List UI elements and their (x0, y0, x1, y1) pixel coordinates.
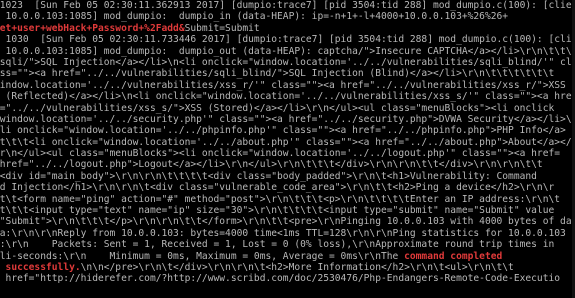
log-text: lli-seconds:\r\n Minimum = 0ms, Maximum … (0, 250, 405, 262)
log-text: ass=""><a href="../../vulnerabilities/sq… (0, 68, 555, 80)
terminal-line: /sqli/">SQL Injection</a></li>\n<li oncl… (0, 57, 575, 68)
terminal-line: 1023 [Sun Feb 05 02:30:11.362913 2017] [… (0, 0, 575, 11)
log-text: Submit=Submit (184, 22, 260, 34)
terminal-line: \t\t\t<li onclick="window.location='../.… (0, 137, 575, 148)
log-text: \t\t<form name="ping" action="#" method=… (0, 193, 561, 205)
terminal-line: S (Reflected)</a></li>\n<li onclick="win… (0, 91, 575, 102)
highlighted-text: net+user+webHack+Password+%2Fadd& (0, 22, 185, 34)
log-text: \t\t\t<input type="text" name="ip" size=… (0, 205, 555, 217)
terminal-line: href="../../logout.php">Logout</a></li>\… (0, 159, 569, 170)
log-text: f="../../vulnerabilities/xss_s/">XSS (St… (0, 102, 555, 114)
terminal-line: a href="http://hiderefer.com/?http://www… (0, 273, 569, 284)
log-text: "window.location='../../security.php'" c… (0, 113, 575, 125)
terminal-line: "window.location='../../security.php'" c… (0, 114, 575, 125)
log-text: \t\t\t<li onclick="window.location='../.… (0, 136, 575, 148)
terminal-line: t<div id="main_body">\r\n\r\n\t\t\t\t<di… (0, 171, 569, 182)
terminal-line: ta:\r\n\r\nReply from 10.0.0.103: bytes=… (0, 228, 569, 239)
log-text: \n\n</pre>\r\n\t</div>\r\n\r\n\t<h2>More… (80, 261, 514, 273)
terminal-line: \t\t<form name="ping" action="#" method=… (0, 194, 569, 205)
log-text: ta:\r\n\r\nReply from 10.0.0.103: bytes=… (0, 227, 566, 239)
log-text: nd Injection</h1>\r\n\r\n\t<div class="v… (0, 182, 555, 194)
terminal-line: lli-seconds:\r\n Minimum = 0ms, Maximum … (0, 251, 569, 262)
terminal-window[interactable]: 1023 [Sun Feb 05 02:30:11.362913 2017] [… (0, 0, 575, 298)
terminal-line: t 10.0.0.103:1085] mod_dumpio: dumpio_in… (0, 11, 569, 22)
log-text: href="../../logout.php">Logout</a></li>\… (0, 159, 543, 171)
terminal-line: \t\t\t<input type="text" name="ip" size=… (0, 205, 569, 216)
log-text: 1030 [Sun Feb 05 02:30:11.733446 2017] [… (0, 34, 575, 46)
log-text: window.location='../../vulnerabilities/x… (0, 79, 566, 91)
highlighted-text: d successfully. (0, 261, 81, 273)
terminal-line: nd Injection</h1>\r\n\r\n\t<div class="v… (0, 182, 569, 193)
log-text: 3:\r\n Packets: Sent = 1, Received = 1, … (0, 239, 555, 251)
log-text: a href="http://hiderefer.com/?http://www… (0, 273, 561, 285)
log-text: \r\n</ul><ul class="menuBlocks"><li oncl… (0, 148, 561, 160)
terminal-line: \r\n</ul><ul class="menuBlocks"><li oncl… (0, 148, 569, 159)
terminal-line: f="../../vulnerabilities/xss_s/">XSS (St… (0, 103, 569, 114)
terminal-line: net+user+webHack+Password+%2Fadd&Submit=… (0, 23, 569, 34)
terminal-line: <li onclick="window.location='../../phpi… (0, 125, 569, 136)
log-text: /sqli/">SQL Injection</a></li>\n<li oncl… (0, 56, 575, 68)
terminal-line: window.location='../../vulnerabilities/x… (0, 80, 569, 91)
log-text: t 10.0.0.103:1085] mod_dumpio: dumpio_ou… (0, 45, 575, 57)
log-text: ="Submit">\r\n\t\t\t</p>\r\n\r\n\t\t</fo… (0, 216, 572, 228)
terminal-line: t 10.0.0.103:1085] mod_dumpio: dumpio_ou… (0, 46, 575, 57)
log-text: S (Reflected)</a></li>\n<li onclick="win… (0, 91, 575, 103)
terminal-line: ass=""><a href="../../vulnerabilities/sq… (0, 68, 569, 79)
log-text: <li onclick="window.location='../../phpi… (0, 125, 566, 137)
terminal-line: ="Submit">\r\n\t\t\t</p>\r\n\r\n\t\t</fo… (0, 216, 572, 228)
log-text: 1023 [Sun Feb 05 02:30:11.362913 2017] [… (0, 0, 575, 11)
terminal-line: 3:\r\n Packets: Sent = 1, Received = 1, … (0, 239, 569, 250)
log-text: t<div id="main_body">\r\n\r\n\t\t\t\t<di… (0, 170, 537, 182)
terminal-line: d successfully.\n\n</pre>\r\n\t</div>\r\… (0, 262, 569, 273)
highlighted-text: command completed (404, 250, 503, 262)
log-text: t 10.0.0.103:1085] mod_dumpio: dumpio_in… (0, 11, 509, 23)
terminal-line: 1030 [Sun Feb 05 02:30:11.733446 2017] [… (0, 34, 575, 45)
